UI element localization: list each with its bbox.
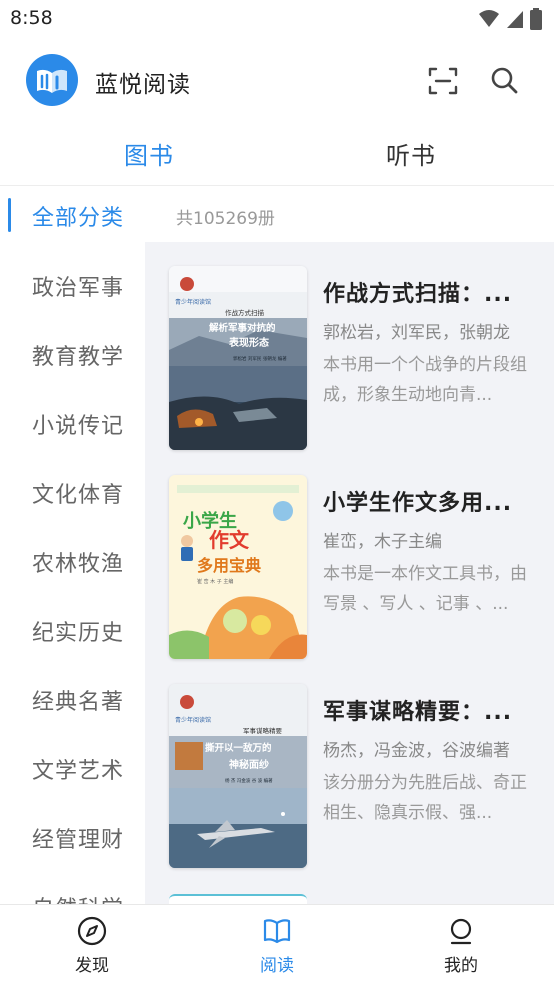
nav-read-label: 阅读: [260, 956, 294, 976]
book-cover-partial[interactable]: [169, 894, 307, 904]
category-item-all[interactable]: 全部分类: [32, 200, 124, 232]
svg-text:青少年阅读馆: 青少年阅读馆: [175, 298, 211, 306]
search-icon: [491, 67, 518, 94]
svg-text:杨 杰 冯金波 谷 波 编著: 杨 杰 冯金波 谷 波 编著: [225, 777, 273, 784]
book-cover-art: 小学生 作文 多用宝典 崔 峦 木 子 主编: [169, 475, 307, 659]
bottom-nav: 发现 阅读 我的: [0, 904, 554, 984]
category-item-literature-art[interactable]: 文学艺术: [32, 753, 124, 785]
book-title: 作战方式扫描：...: [323, 282, 513, 307]
category-item-education[interactable]: 教育教学: [32, 339, 124, 371]
svg-text:作战方式扫描: 作战方式扫描: [225, 308, 265, 317]
total-book-count: 共105269册: [176, 209, 275, 229]
book-cover-art: 青少年阅读馆 作战方式扫描 解析军事对抗的 表现形态 郭松岩 刘军民 张朝龙 编…: [169, 266, 307, 450]
battery-icon: [530, 8, 542, 30]
category-item-politics-military[interactable]: 政治军事: [32, 270, 124, 302]
book-author: 郭松岩，刘军民，张朝龙: [323, 323, 510, 343]
book-title: 军事谋略精要：...: [323, 700, 513, 725]
category-item-history[interactable]: 纪实历史: [32, 615, 124, 647]
book-title: 小学生作文多用...: [323, 491, 513, 516]
status-icons: [478, 8, 542, 30]
status-bar: 8:58: [0, 0, 554, 38]
category-item-agriculture[interactable]: 农林牧渔: [32, 546, 124, 578]
nav-mine[interactable]: 我的: [421, 915, 501, 976]
book-item[interactable]: 青少年阅读馆 军事谋略精要 撕开以一敌万的 神秘面纱 杨 杰 冯金波 谷 波 编…: [145, 660, 554, 868]
tab-books[interactable]: 图书: [124, 136, 174, 171]
book-description: 本书用一个个战争的片段组成，形象生动地向青...: [323, 355, 527, 405]
book-list: 青少年阅读馆 作战方式扫描 解析军事对抗的 表现形态 郭松岩 刘军民 张朝龙 编…: [145, 242, 554, 904]
book-item[interactable]: 小学生 作文 多用宝典 崔 峦 木 子 主编 小学生作文多用... 崔峦，木子主…: [145, 451, 554, 659]
search-button[interactable]: [488, 64, 522, 98]
nav-mine-label: 我的: [444, 956, 478, 976]
app-header: 蓝悦阅读: [0, 48, 554, 112]
book-description: 本书是一本作文工具书，由写景 、写人 、记事 、...: [323, 564, 527, 614]
wifi-icon: [479, 10, 499, 27]
book-item[interactable]: 青少年阅读馆 作战方式扫描 解析军事对抗的 表现形态 郭松岩 刘军民 张朝龙 编…: [145, 242, 554, 450]
svg-text:郭松岩 刘军民 张朝龙 编著: 郭松岩 刘军民 张朝龙 编著: [233, 355, 287, 362]
svg-text:青少年阅读馆: 青少年阅读馆: [175, 716, 211, 724]
signal-icon: [507, 11, 523, 28]
book-author: 崔峦，木子主编: [323, 532, 442, 552]
category-item-fiction-biography[interactable]: 小说传记: [32, 408, 124, 440]
status-time: 8:58: [10, 7, 53, 29]
nav-discover[interactable]: 发现: [52, 915, 132, 976]
app-logo-icon: [26, 54, 78, 106]
category-item-science[interactable]: 自然科学: [32, 891, 124, 904]
nav-read[interactable]: 阅读: [237, 915, 317, 976]
scan-icon: [428, 67, 458, 95]
book-cover[interactable]: 青少年阅读馆 军事谋略精要 撕开以一敌万的 神秘面纱 杨 杰 冯金波 谷 波 编…: [169, 684, 307, 868]
book-cover[interactable]: 青少年阅读馆 作战方式扫描 解析军事对抗的 表现形态 郭松岩 刘军民 张朝龙 编…: [169, 266, 307, 450]
book-open-icon: [263, 919, 291, 944]
nav-discover-label: 发现: [75, 956, 109, 976]
category-item-classics[interactable]: 经典名著: [32, 684, 124, 716]
person-icon: [450, 918, 472, 945]
active-category-indicator: [8, 198, 11, 232]
app-title: 蓝悦阅读: [95, 72, 191, 98]
tab-audiobooks[interactable]: 听书: [386, 136, 436, 171]
svg-text:解析军事对抗的: 解析军事对抗的: [209, 322, 276, 334]
book-description: 该分册分为先胜后战、奇正相生、隐真示假、强...: [323, 773, 527, 823]
book-author: 杨杰，冯金波，谷波编著: [323, 741, 510, 761]
svg-text:作文: 作文: [209, 528, 250, 552]
book-cover[interactable]: 小学生 作文 多用宝典 崔 峦 木 子 主编: [169, 475, 307, 659]
main-tabs: 图书 听书: [0, 128, 554, 186]
svg-text:军事谋略精要: 军事谋略精要: [243, 726, 283, 735]
category-item-culture-sports[interactable]: 文化体育: [32, 477, 124, 509]
book-cover-art: 青少年阅读馆 军事谋略精要 撕开以一敌万的 神秘面纱 杨 杰 冯金波 谷 波 编…: [169, 684, 307, 868]
compass-icon: [77, 916, 107, 946]
svg-text:神秘面纱: 神秘面纱: [229, 758, 269, 771]
category-sidebar: 全部分类 政治军事 教育教学 小说传记 文化体育 农林牧渔 纪实历史 经典名著 …: [0, 186, 145, 904]
svg-text:表现形态: 表现形态: [228, 336, 269, 349]
svg-text:多用宝典: 多用宝典: [197, 556, 261, 575]
svg-text:撕开以一敌万的: 撕开以一敌万的: [205, 742, 272, 754]
scan-button[interactable]: [426, 64, 460, 98]
category-item-finance[interactable]: 经管理财: [32, 822, 124, 854]
svg-text:崔 峦 木 子 主编: 崔 峦 木 子 主编: [197, 578, 233, 585]
